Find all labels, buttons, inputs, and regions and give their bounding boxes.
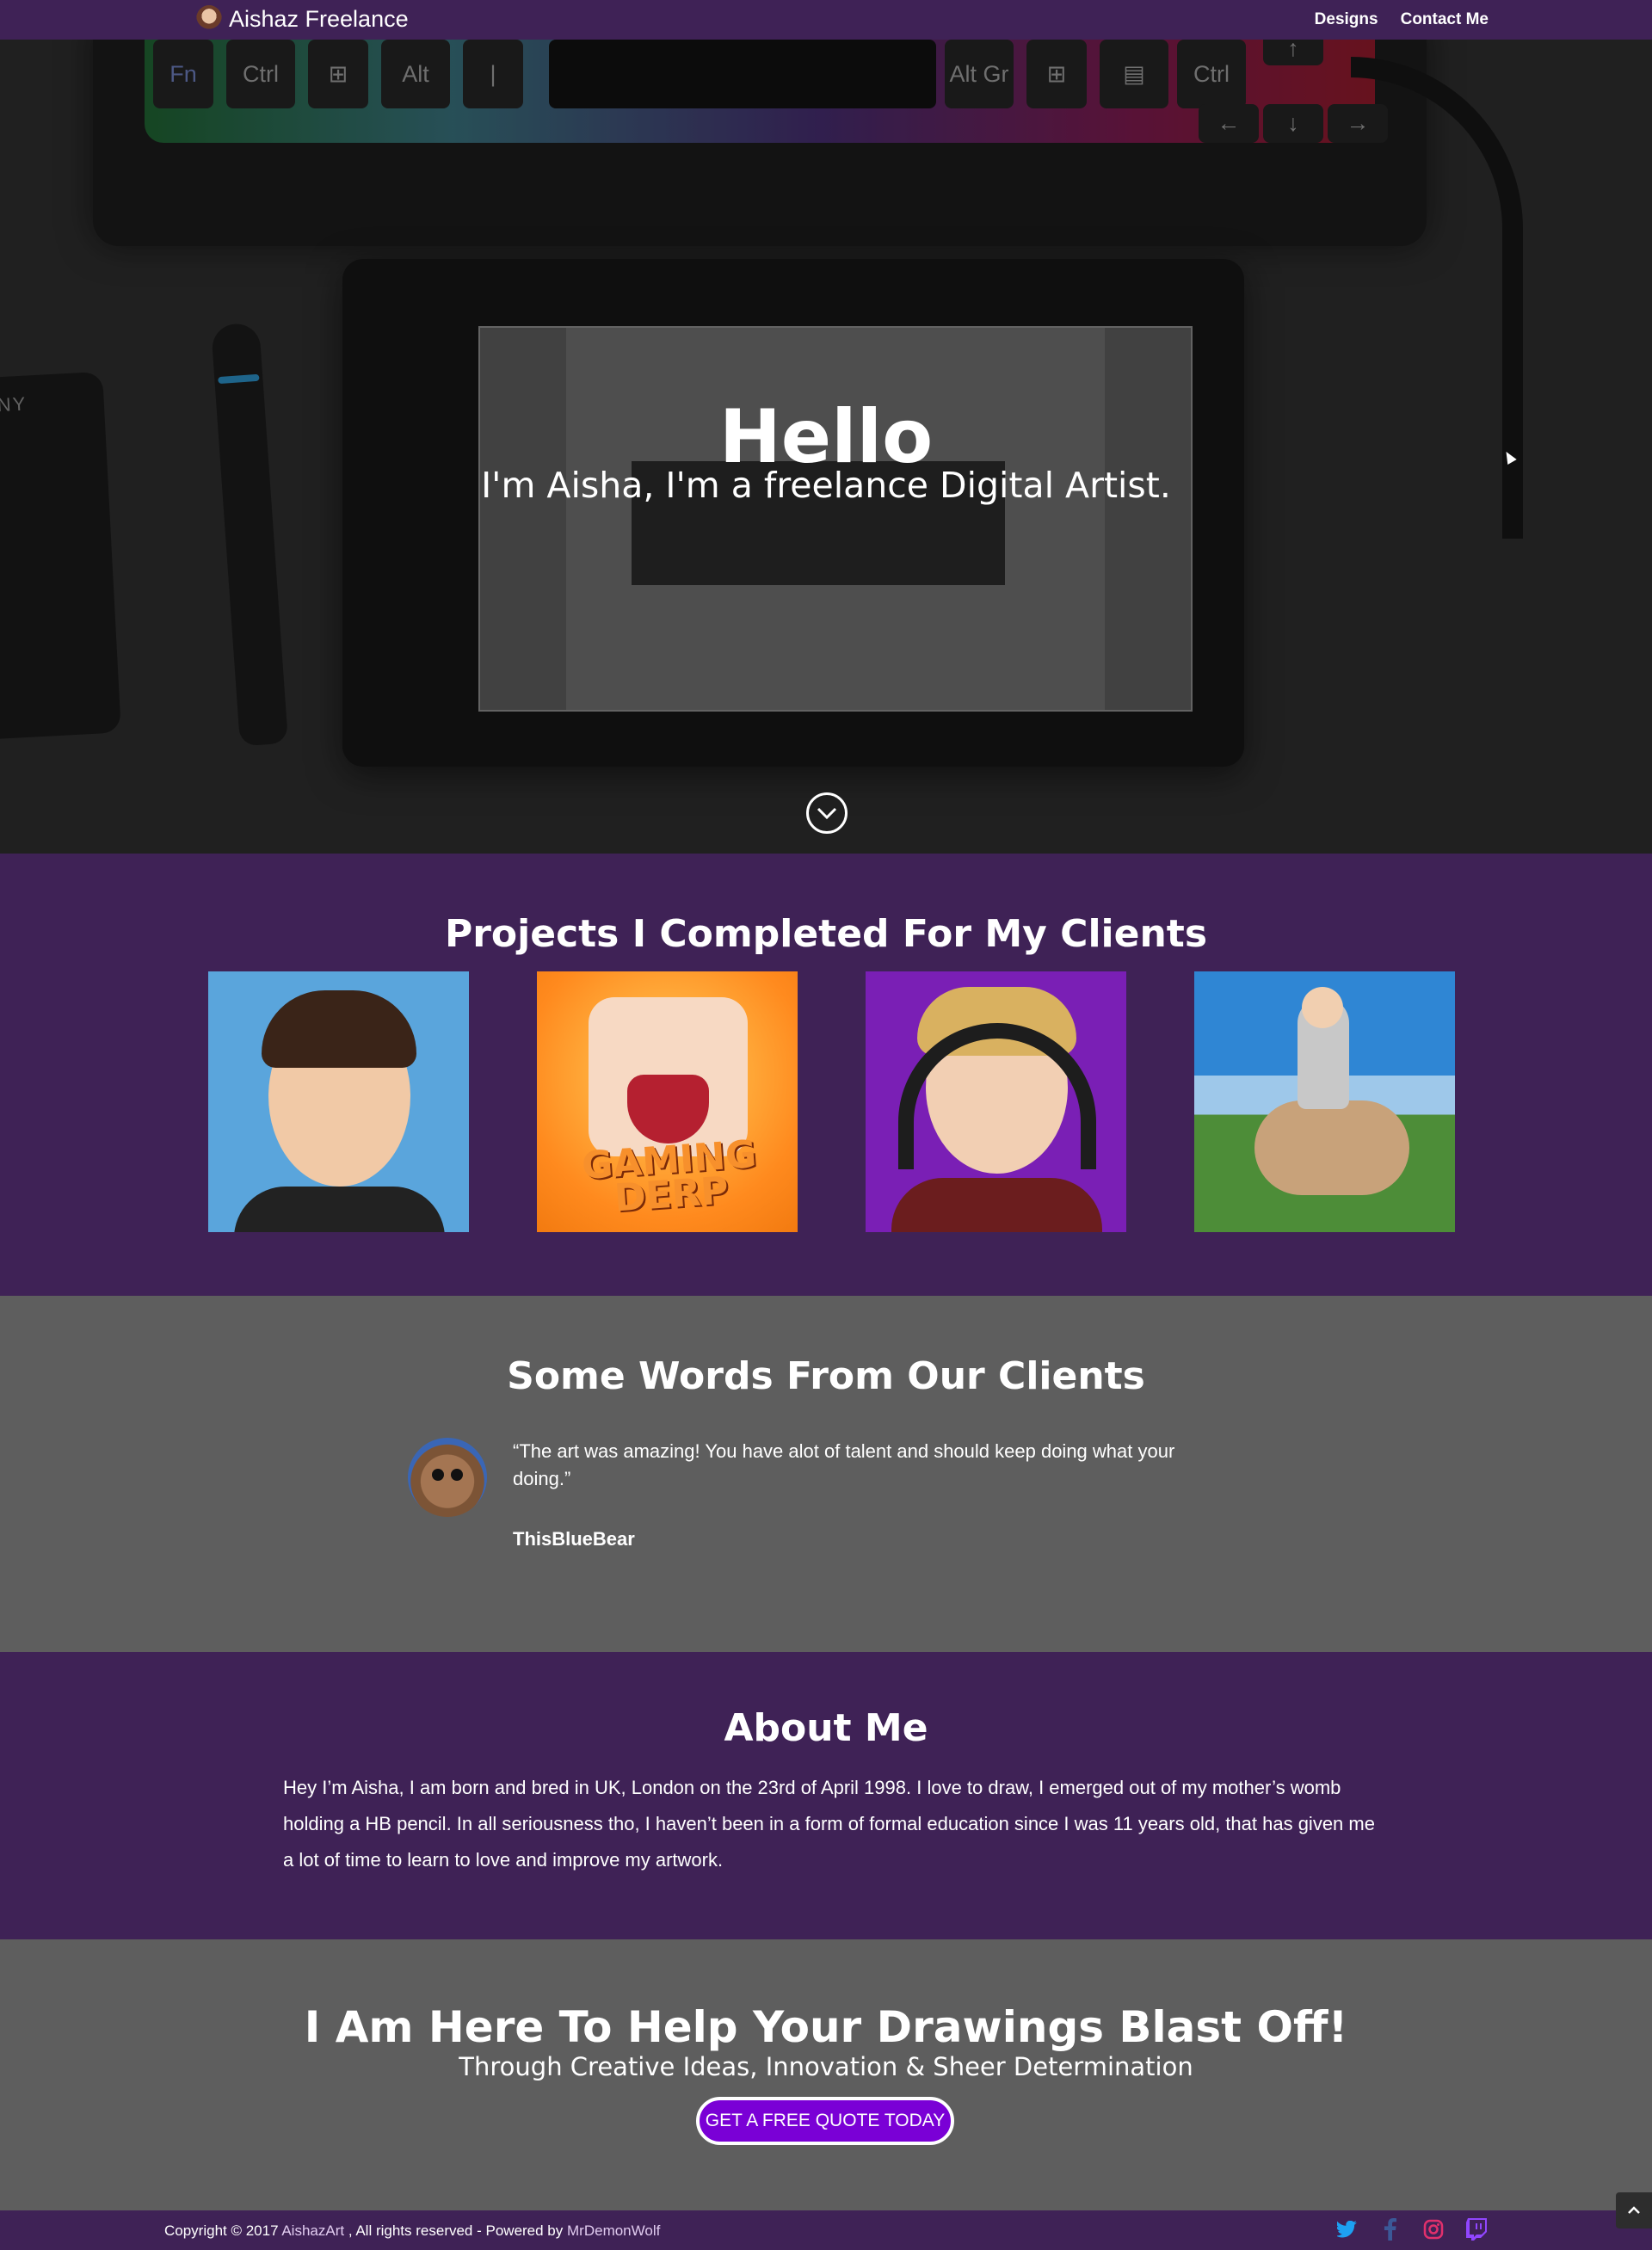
chevron-up-icon (1628, 2206, 1640, 2214)
project-artwork-4[interactable] (1194, 971, 1455, 1232)
mrdemonwolf-link[interactable]: MrDemonWolf (567, 2222, 660, 2239)
artwork-hoodie (891, 1178, 1102, 1232)
facebook-icon[interactable] (1378, 2217, 1402, 2241)
back-to-top-button[interactable] (1616, 2192, 1652, 2228)
project-artwork-2[interactable]: GAMING DERP (537, 971, 798, 1232)
cta-subtitle: Through Creative Ideas, Innovation & She… (459, 2052, 1193, 2081)
nav-links: Designs Contact Me (1315, 10, 1489, 29)
about-text: Hey I’m Aisha, I am born and bred in UK,… (283, 1777, 1375, 1871)
scroll-down-button[interactable] (806, 792, 848, 834)
artwork-rider-head (1302, 987, 1343, 1028)
top-navigation-bar: Aishaz Freelance Designs Contact Me (0, 0, 1652, 40)
avatar-eye (451, 1469, 463, 1481)
call-to-action-section: I Am Here To Help Your Drawings Blast Of… (0, 1939, 1652, 2210)
copyright-middle: , All rights reserved - Powered by (348, 2222, 564, 2239)
about-title: About Me (724, 1706, 928, 1750)
testimonial-quote: “The art was amazing! You have alot of t… (513, 1440, 1175, 1489)
nav-link-contact-me[interactable]: Contact Me (1401, 10, 1489, 29)
hero-subtitle: I'm Aisha, I'm a freelance Digital Artis… (481, 465, 1171, 506)
cta-title: I Am Here To Help Your Drawings Blast Of… (304, 2002, 1348, 2052)
instagram-icon[interactable] (1421, 2217, 1446, 2241)
artwork-logo-text: GAMING DERP (580, 1132, 758, 1221)
testimonials-section: Some Words From Our Clients “The art was… (0, 1296, 1652, 1652)
aishazart-link[interactable]: AishazArt (281, 2222, 344, 2239)
projects-section: Projects I Completed For My Clients GAMI… (0, 854, 1652, 1296)
artwork-shirt (234, 1187, 445, 1232)
brand-logo-icon (196, 5, 222, 33)
testimonial-author: ThisBlueBear (513, 1528, 635, 1550)
about-section: About Me Hey I’m Aisha, I am born and br… (0, 1652, 1652, 1939)
project-gallery: GAMING DERP (208, 971, 1455, 1232)
footer: Copyright © 2017 AishazArt , All rights … (0, 2210, 1652, 2250)
projects-title: Projects I Completed For My Clients (444, 912, 1208, 956)
artwork-hair (262, 990, 416, 1068)
hero-section: Fn Ctrl ⊞ Alt | Alt Gr ⊞ ▤ Ctrl ↑ ← ↓ → … (0, 40, 1652, 854)
copyright-prefix: Copyright © 2017 (164, 2222, 279, 2239)
copyright-text: Copyright © 2017 AishazArt , All rights … (164, 2222, 660, 2240)
nav-link-designs[interactable]: Designs (1315, 10, 1378, 29)
get-free-quote-button[interactable]: GET A FREE QUOTE TODAY (696, 2097, 954, 2145)
twitter-icon[interactable] (1335, 2217, 1359, 2241)
avatar (408, 1438, 487, 1517)
avatar-eye (432, 1469, 444, 1481)
twitch-icon[interactable] (1464, 2217, 1489, 2241)
testimonials-title: Some Words From Our Clients (507, 1354, 1145, 1398)
project-artwork-1[interactable] (208, 971, 469, 1232)
brand-name: Aishaz Freelance (229, 5, 409, 32)
chevron-down-icon (817, 807, 837, 820)
artwork-dog (1254, 1100, 1409, 1195)
brand-link[interactable]: Aishaz Freelance (196, 5, 409, 33)
social-links (1335, 2217, 1489, 2241)
project-artwork-3[interactable] (866, 971, 1126, 1232)
